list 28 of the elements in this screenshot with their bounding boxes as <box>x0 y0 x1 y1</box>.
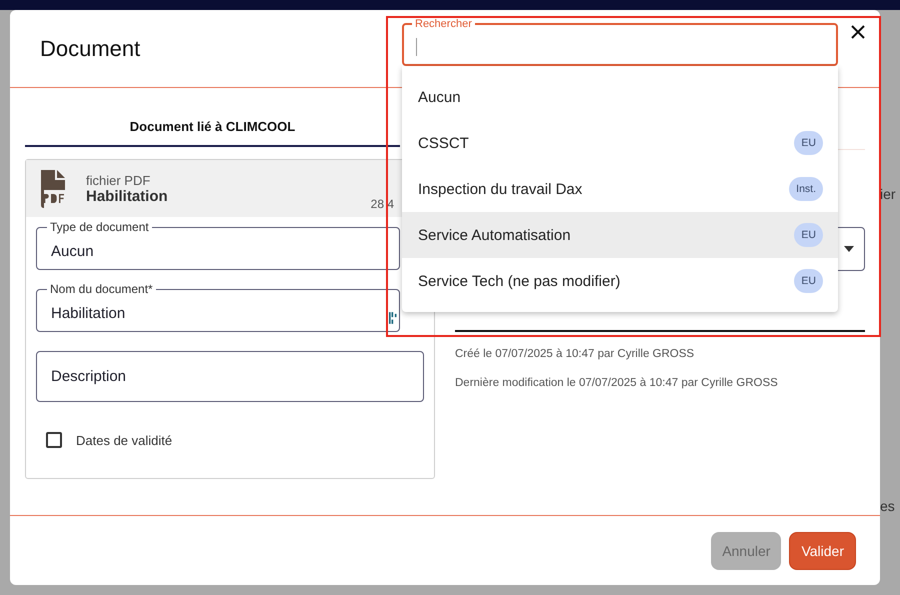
menu-option[interactable]: Aucun <box>402 74 838 120</box>
search-field[interactable]: Rechercher <box>402 18 838 66</box>
tab[interactable]: Document lié à CLIMCOOL <box>25 115 400 147</box>
name-field[interactable]: Nom du document* Habilitation <box>36 282 400 332</box>
menu-option[interactable]: CSSCT EU <box>402 120 838 166</box>
checkbox-label: Dates de validité <box>76 432 172 448</box>
checkbox[interactable] <box>46 432 62 448</box>
history-entry: Dernière modification le 07/07/2025 à 10:47 par Cyrille GROSS <box>455 377 779 389</box>
file-name: Habilitation <box>86 188 168 204</box>
file-size: 28 4 <box>370 197 394 211</box>
type-field[interactable]: Type de document Aucun <box>36 220 400 270</box>
background-text: es <box>880 498 895 514</box>
menu-option[interactable]: Service Automatisation EU <box>402 212 838 258</box>
menu-option[interactable]: Inspection du travail Dax Inst. <box>402 166 838 212</box>
tag: EU <box>794 131 823 155</box>
close-icon[interactable] <box>851 25 865 39</box>
tag: EU <box>794 269 823 293</box>
tag: EU <box>794 223 823 247</box>
submit-button[interactable]: Valider <box>789 532 856 570</box>
file-type: fichier PDF <box>86 172 152 188</box>
description-field[interactable]: Description <box>36 351 424 402</box>
menu-option[interactable]: Service Tech (ne pas modifier) EU <box>402 258 838 304</box>
history-entry: Créé le 07/07/2025 à 10:47 par Cyrille GROSS <box>455 348 696 360</box>
barcode-icon <box>389 310 399 326</box>
caret-icon <box>844 246 854 252</box>
dialog-title: Document <box>40 36 140 62</box>
tag: Inst. <box>789 177 823 201</box>
background-text: ier <box>880 186 896 202</box>
